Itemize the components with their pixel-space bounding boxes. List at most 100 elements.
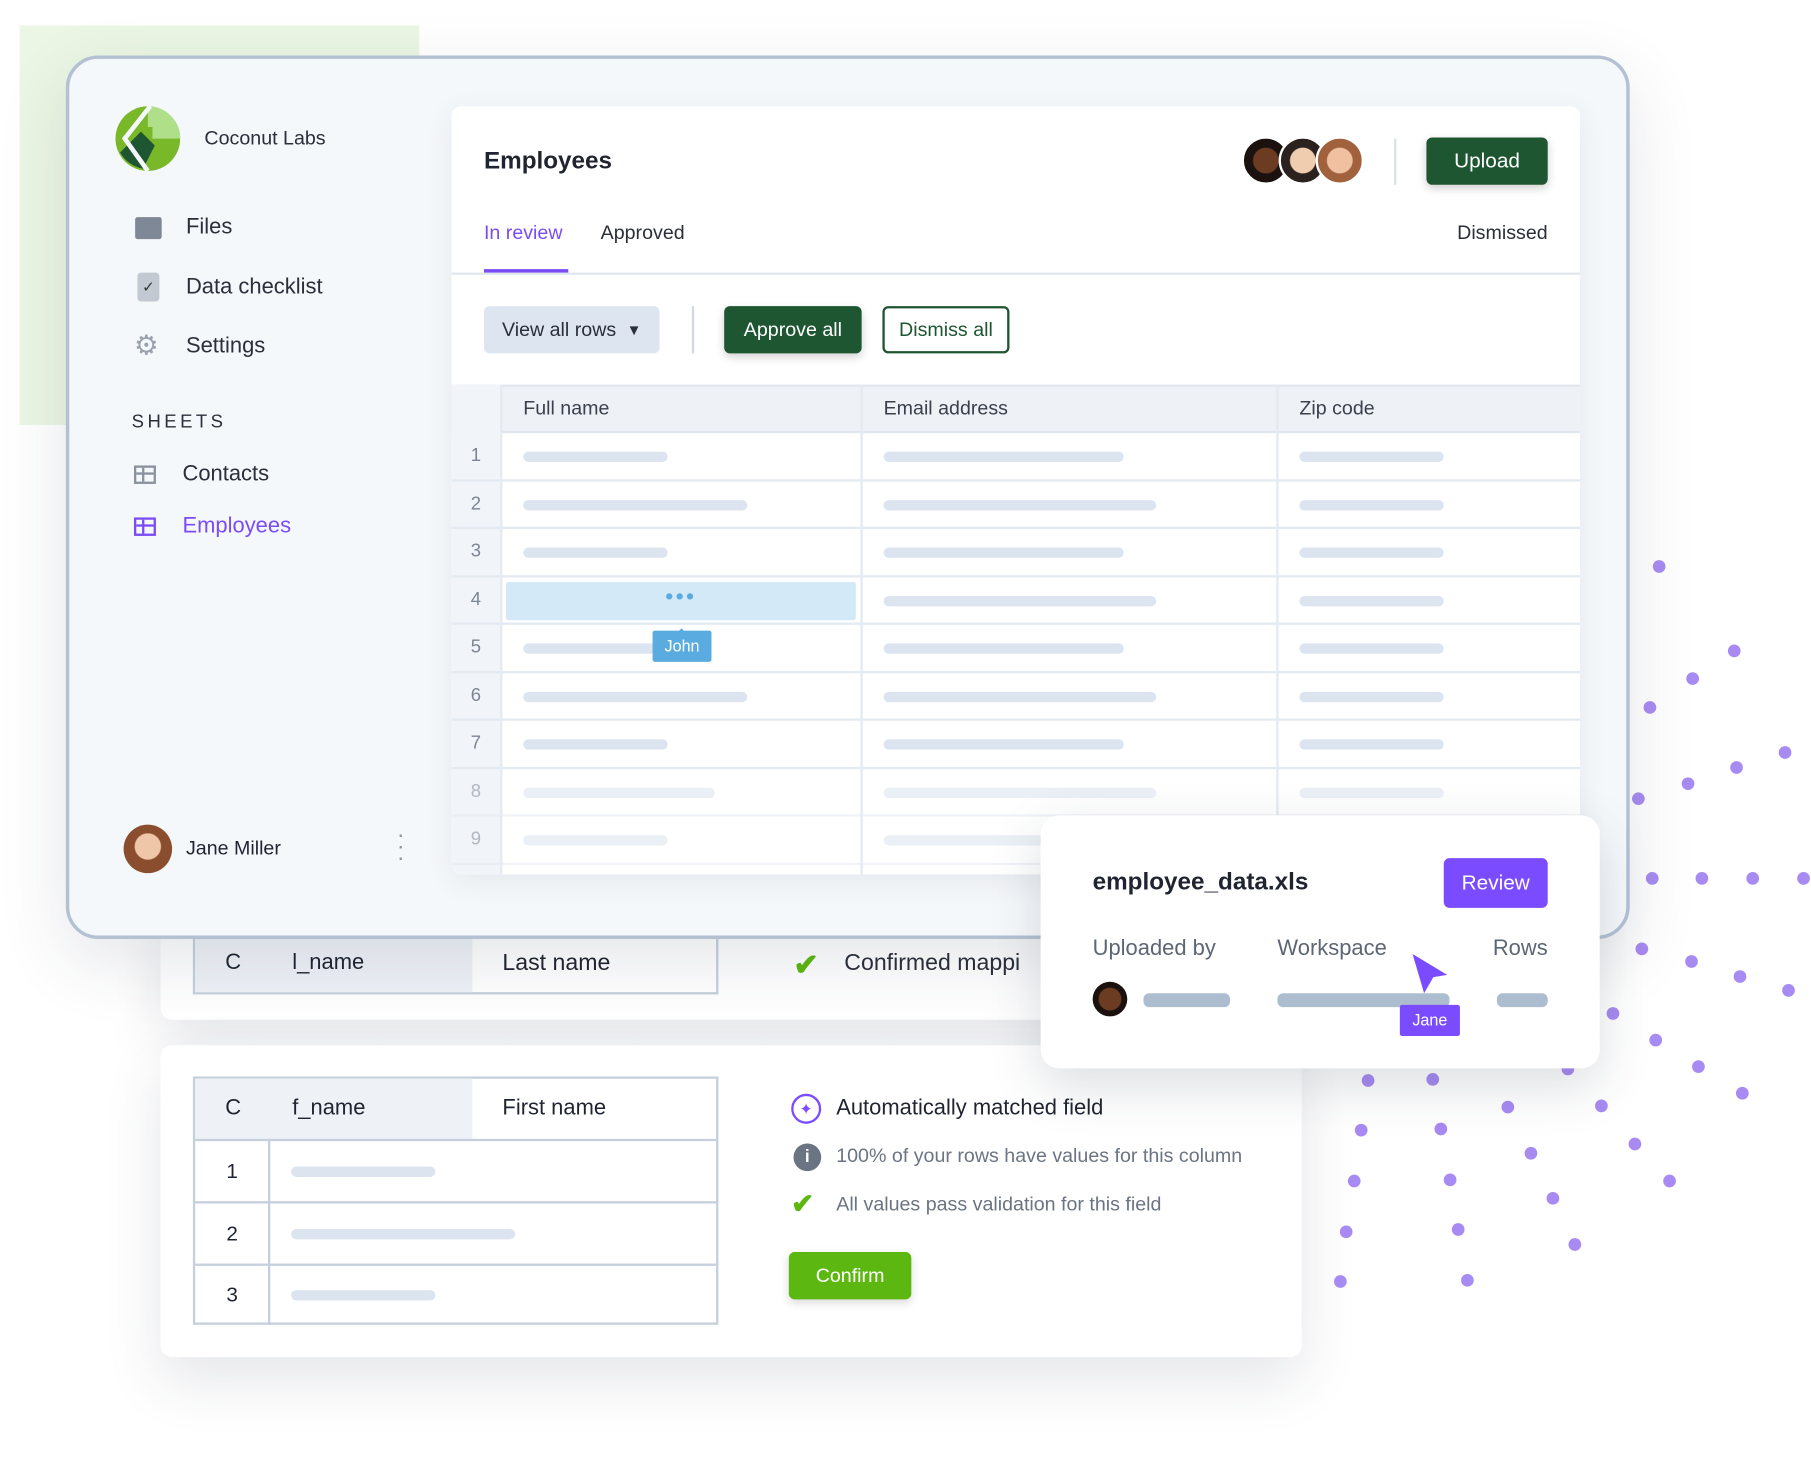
decorative-dot: [1635, 942, 1649, 956]
decorative-dot: [1778, 746, 1792, 759]
column-letter: C: [225, 950, 242, 975]
source-field: f_name: [292, 1096, 366, 1121]
decorative-dot: [1361, 1074, 1375, 1087]
sidebar-item-employees[interactable]: Employees: [133, 513, 292, 539]
sidebar-item-label: Settings: [185, 333, 266, 359]
row-number: 3: [226, 1283, 238, 1307]
file-upload-card: employee_data.xls Review Uploaded by Wor…: [1040, 815, 1600, 1069]
row-number: 1: [470, 445, 482, 466]
match-title: Automatically matched field: [836, 1096, 1104, 1121]
decorative-dot: [1797, 872, 1810, 885]
target-field[interactable]: First name: [502, 1096, 606, 1121]
decorative-dot: [1443, 1173, 1457, 1187]
decorative-dot: [1347, 1174, 1361, 1188]
coconut-labs-logo: [115, 106, 181, 171]
sidebar-item-files[interactable]: Files: [135, 215, 232, 240]
workspace-label: Workspace: [1277, 936, 1387, 961]
file-name: employee_data.xls: [1092, 868, 1309, 896]
decorative-dot: [1645, 872, 1659, 885]
approve-all-button[interactable]: Approve all: [724, 306, 862, 354]
tab-approved[interactable]: Approved: [601, 222, 685, 245]
more-options-icon[interactable]: · · ·: [394, 824, 408, 870]
review-button[interactable]: Review: [1443, 858, 1548, 908]
cursor-arrow-icon: [1412, 954, 1448, 994]
row-number: 5: [470, 637, 482, 658]
row-number: 2: [226, 1221, 238, 1246]
decorative-dot: [1632, 792, 1645, 806]
decorative-dot: [1692, 1060, 1705, 1073]
decorative-dot: [1735, 1086, 1749, 1100]
decorative-dot: [1685, 955, 1698, 968]
decorative-dot: [1546, 1191, 1560, 1205]
table-row[interactable]: 2: [451, 481, 1581, 529]
user-name: Jane Miller: [185, 837, 281, 860]
tab-in-review[interactable]: In review: [484, 222, 563, 245]
avatar[interactable]: [123, 824, 173, 874]
decorative-dot: [1434, 1122, 1448, 1136]
collaborator-cursor-label: John: [652, 630, 712, 662]
sidebar-item-contacts[interactable]: Contacts: [133, 462, 270, 487]
table-row[interactable]: 1: [451, 433, 1581, 482]
page-title: Employees: [483, 147, 613, 175]
decorative-dot: [1686, 672, 1700, 685]
dismiss-all-button[interactable]: Dismiss all: [882, 306, 1010, 354]
row-number: 1: [226, 1159, 238, 1183]
row-number: 8: [470, 781, 482, 801]
table-icon: [133, 465, 156, 484]
decorative-dot: [1339, 1225, 1353, 1239]
sidebar-item-settings[interactable]: ⚙ Settings: [133, 330, 266, 362]
brand-name: Coconut Labs: [204, 127, 326, 149]
table-row[interactable]: 3: [451, 529, 1581, 577]
decorative-dot: [1334, 1275, 1347, 1288]
table-row[interactable]: 6: [451, 673, 1581, 721]
column-header-email[interactable]: Email address: [884, 385, 1008, 434]
table-row[interactable]: 5: [451, 625, 1581, 673]
uploaded-by-label: Uploaded by: [1092, 936, 1216, 961]
sidebar-item-label: Data checklist: [185, 274, 323, 299]
sidebar-item-label: Employees: [182, 513, 292, 539]
decorative-dot: [1568, 1238, 1582, 1251]
mapping-card-first-name: C f_name First name 1 2 3 ✦ Automaticall…: [160, 1045, 1302, 1358]
decorative-dot: [1663, 1174, 1676, 1188]
decorative-dot: [1733, 970, 1747, 983]
sheets-heading: SHEETS: [131, 412, 227, 432]
decorative-dot: [1426, 1072, 1440, 1086]
folder-icon: [135, 216, 162, 239]
data-table: Full name Email address Zip code 1 2 3 4…: [451, 384, 1581, 875]
upload-button[interactable]: Upload: [1426, 137, 1548, 185]
decorative-dot: [1681, 777, 1695, 791]
sidebar-item-label: Files: [185, 214, 233, 240]
table-row[interactable]: 7: [451, 721, 1581, 769]
view-rows-dropdown[interactable]: View all rows ▼: [483, 306, 660, 354]
gear-icon: ⚙: [133, 330, 159, 362]
editing-cell[interactable]: •••: [505, 582, 856, 621]
avatar: [1315, 136, 1365, 185]
tab-dismissed[interactable]: Dismissed: [1457, 222, 1548, 245]
decorative-dot: [1643, 701, 1657, 714]
decorative-dot: [1524, 1146, 1538, 1160]
decorative-dot: [1354, 1123, 1368, 1137]
decorative-dot: [1595, 1099, 1608, 1113]
magic-match-icon: ✦: [791, 1093, 822, 1124]
target-field[interactable]: Last name: [502, 951, 610, 978]
decorative-dot: [1746, 872, 1760, 885]
info-text: 100% of your rows have values for this c…: [836, 1144, 1243, 1167]
table-row[interactable]: 8: [451, 769, 1581, 817]
row-number: 9: [470, 829, 482, 849]
employees-panel: Employees Upload In review Approved Dism…: [451, 106, 1581, 875]
decorative-dot: [1782, 984, 1795, 997]
check-icon: ✔: [793, 947, 819, 982]
confirm-button[interactable]: Confirm: [788, 1252, 912, 1300]
decorative-dot: [1727, 644, 1741, 658]
sidebar-item-data-checklist[interactable]: ✓ Data checklist: [137, 272, 323, 302]
decorative-dot: [1628, 1137, 1642, 1151]
sidebar-item-label: Contacts: [182, 462, 270, 487]
validation-text: All values pass validation for this fiel…: [836, 1193, 1162, 1216]
column-header-full-name[interactable]: Full name: [523, 385, 609, 434]
info-icon: i: [793, 1143, 822, 1172]
column-header-zip[interactable]: Zip code: [1299, 385, 1374, 434]
avatar: [1092, 981, 1128, 1017]
row-number: 6: [470, 685, 482, 706]
table-icon: [133, 517, 156, 536]
collaborator-cursor-label: Jane: [1399, 1004, 1460, 1037]
